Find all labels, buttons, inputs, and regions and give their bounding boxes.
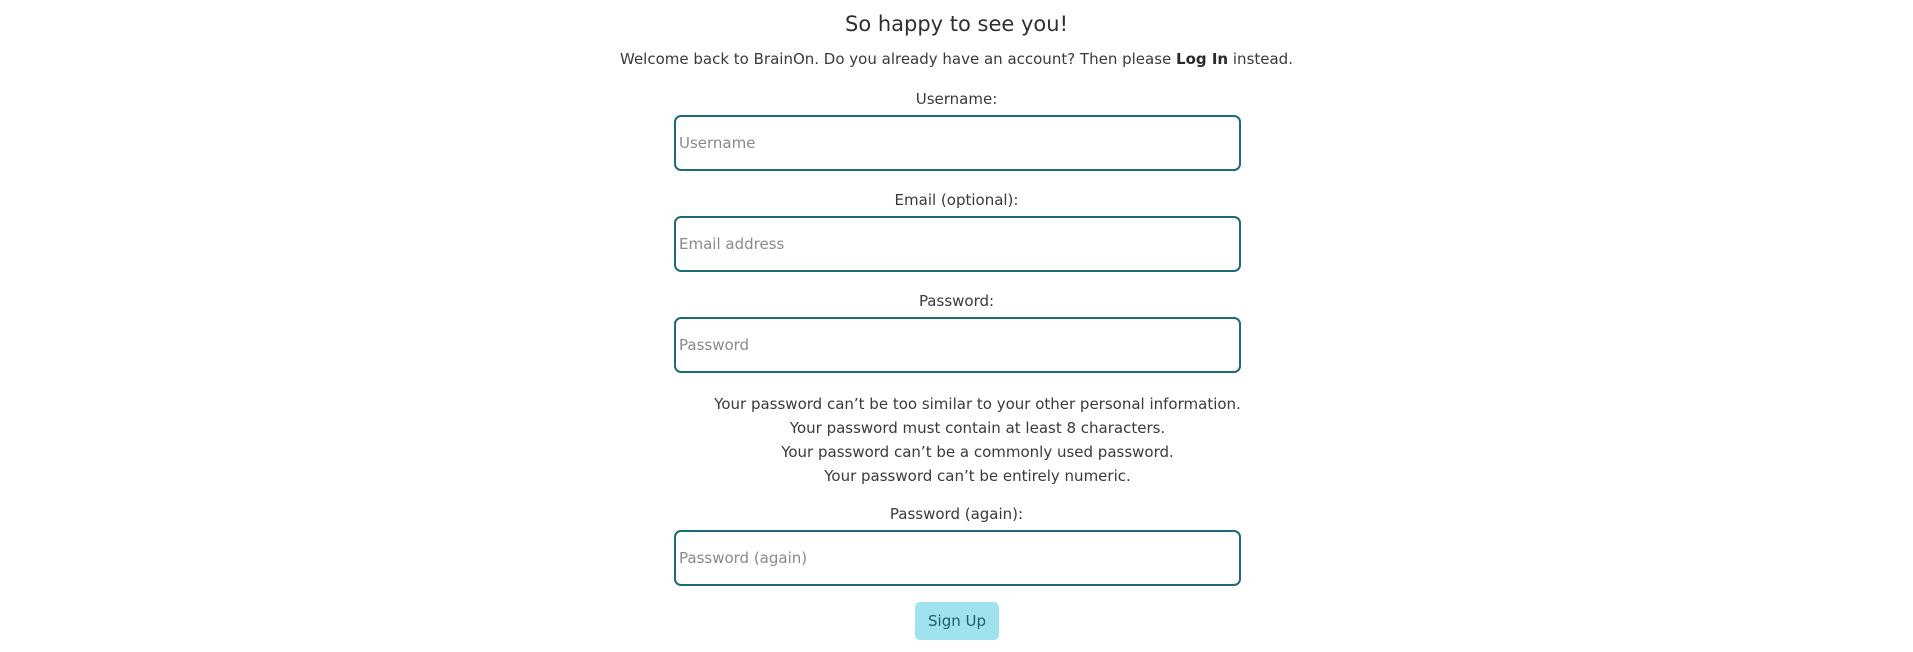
sign-up-button[interactable]: Sign Up [915,602,999,640]
password-again-input[interactable] [674,530,1241,586]
password-help-list: Your password can’t be too similar to yo… [700,392,1255,488]
password-input[interactable] [674,317,1241,373]
login-link[interactable]: Log In [1176,50,1228,68]
page-title: So happy to see you! [844,12,1068,36]
password-label: Password: [918,292,995,310]
email-input[interactable] [674,216,1241,272]
page-subtitle: Welcome back to BrainOn. Do you already … [0,50,1913,68]
subtitle-text-end: instead. [1228,50,1293,68]
signup-page: So happy to see you! Welcome back to Bra… [0,0,1913,652]
subtitle-text: Welcome back to BrainOn. Do you already … [620,50,1177,68]
password-help-item: Your password can’t be entirely numeric. [824,467,1131,485]
password-again-label: Password (again): [889,505,1024,523]
email-label: Email (optional): [894,191,1019,209]
username-label: Username: [915,90,998,108]
username-input[interactable] [674,115,1241,171]
password-help-item: Your password can’t be a commonly used p… [781,443,1174,461]
password-help-item: Your password can’t be too similar to yo… [714,395,1241,413]
password-help-item: Your password must contain at least 8 ch… [789,419,1166,437]
